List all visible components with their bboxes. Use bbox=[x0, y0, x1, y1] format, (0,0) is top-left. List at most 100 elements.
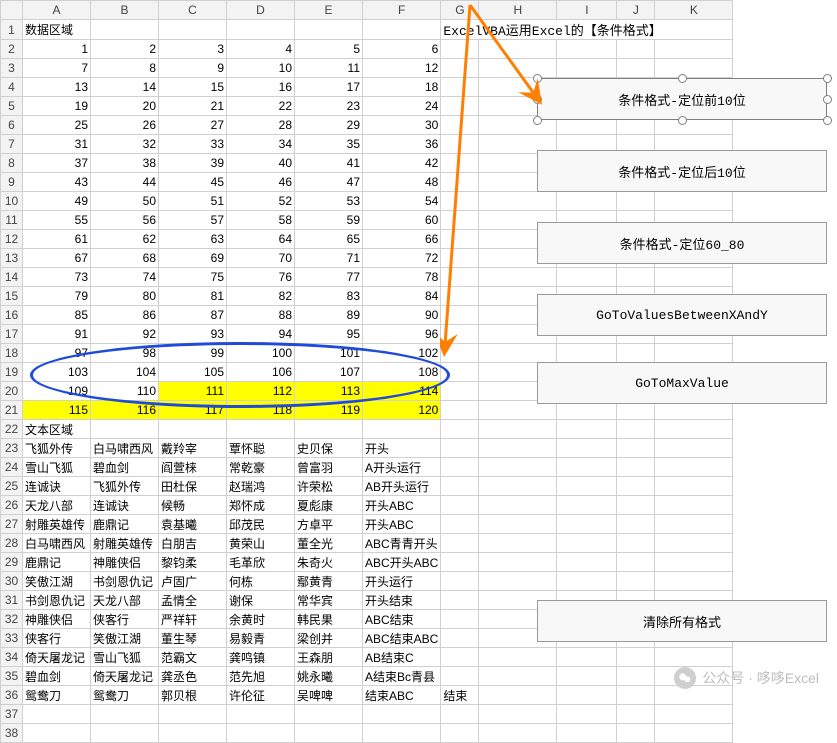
cell[interactable]: 常华宾 bbox=[295, 591, 363, 610]
cell[interactable] bbox=[441, 648, 479, 667]
cell[interactable] bbox=[557, 477, 617, 496]
cell[interactable]: 51 bbox=[159, 192, 227, 211]
cell[interactable]: 101 bbox=[295, 344, 363, 363]
cell[interactable] bbox=[655, 515, 733, 534]
cell[interactable] bbox=[557, 705, 617, 724]
cell[interactable]: 60 bbox=[363, 211, 441, 230]
selection-handle[interactable] bbox=[533, 74, 542, 83]
cell[interactable]: 笑傲江湖 bbox=[91, 629, 159, 648]
cell[interactable]: 82 bbox=[227, 287, 295, 306]
cell[interactable]: 白马啸西风 bbox=[91, 439, 159, 458]
cell[interactable] bbox=[295, 724, 363, 743]
cell[interactable] bbox=[557, 667, 617, 686]
cell[interactable]: 92 bbox=[91, 325, 159, 344]
row-header[interactable]: 30 bbox=[1, 572, 23, 591]
cell[interactable]: 龚鸣镇 bbox=[227, 648, 295, 667]
cell[interactable]: 65 bbox=[295, 230, 363, 249]
cell[interactable]: 袁基曦 bbox=[159, 515, 227, 534]
row-header[interactable]: 27 bbox=[1, 515, 23, 534]
cell[interactable]: 神雕侠侣 bbox=[23, 610, 91, 629]
cell[interactable]: 70 bbox=[227, 249, 295, 268]
cell[interactable]: 朱奇火 bbox=[295, 553, 363, 572]
cell[interactable]: 连诚诀 bbox=[91, 496, 159, 515]
cell[interactable] bbox=[479, 515, 557, 534]
cell[interactable] bbox=[227, 420, 295, 439]
cell[interactable]: 鸳鸯刀 bbox=[91, 686, 159, 705]
btn-bottom10[interactable]: 条件格式-定位后10位 bbox=[537, 150, 827, 192]
cell[interactable] bbox=[655, 40, 733, 59]
cell[interactable]: 111 bbox=[159, 382, 227, 401]
cell[interactable]: 105 bbox=[159, 363, 227, 382]
cell[interactable] bbox=[557, 420, 617, 439]
cell[interactable]: AB开头运行 bbox=[363, 477, 441, 496]
cell[interactable]: 吴啤啤 bbox=[295, 686, 363, 705]
cell[interactable] bbox=[441, 97, 479, 116]
cell[interactable]: 47 bbox=[295, 173, 363, 192]
cell[interactable] bbox=[479, 648, 557, 667]
cell[interactable]: 63 bbox=[159, 230, 227, 249]
cell[interactable] bbox=[441, 382, 479, 401]
cell[interactable]: 110 bbox=[91, 382, 159, 401]
cell[interactable] bbox=[479, 553, 557, 572]
row-header[interactable]: 9 bbox=[1, 173, 23, 192]
cell[interactable]: 115 bbox=[23, 401, 91, 420]
cell[interactable]: 天龙八部 bbox=[91, 591, 159, 610]
cell[interactable] bbox=[441, 724, 479, 743]
cell[interactable]: 26 bbox=[91, 116, 159, 135]
cell[interactable] bbox=[441, 553, 479, 572]
cell[interactable]: 射雕英雄传 bbox=[23, 515, 91, 534]
cell[interactable]: 113 bbox=[295, 382, 363, 401]
cell[interactable] bbox=[655, 534, 733, 553]
cell[interactable] bbox=[441, 610, 479, 629]
cell[interactable]: 白马啸西风 bbox=[23, 534, 91, 553]
cell[interactable] bbox=[441, 40, 479, 59]
cell[interactable]: 范先旭 bbox=[227, 667, 295, 686]
cell[interactable]: 19 bbox=[23, 97, 91, 116]
col-header[interactable]: D bbox=[227, 1, 295, 20]
cell[interactable]: 118 bbox=[227, 401, 295, 420]
cell[interactable]: 31 bbox=[23, 135, 91, 154]
cell[interactable]: 神雕侠侣 bbox=[91, 553, 159, 572]
btn-clear-all[interactable]: 清除所有格式 bbox=[537, 600, 827, 642]
cell[interactable] bbox=[441, 59, 479, 78]
col-header[interactable]: F bbox=[363, 1, 441, 20]
cell[interactable] bbox=[441, 306, 479, 325]
row-header[interactable]: 38 bbox=[1, 724, 23, 743]
cell[interactable]: 余黄时 bbox=[227, 610, 295, 629]
cell[interactable] bbox=[557, 59, 617, 78]
cell[interactable] bbox=[557, 458, 617, 477]
cell[interactable]: A开头运行 bbox=[363, 458, 441, 477]
cell[interactable] bbox=[441, 477, 479, 496]
cell[interactable]: 44 bbox=[91, 173, 159, 192]
cell[interactable]: 天龙八部 bbox=[23, 496, 91, 515]
col-header[interactable]: H bbox=[479, 1, 557, 20]
row-header[interactable]: 23 bbox=[1, 439, 23, 458]
cell[interactable] bbox=[479, 268, 557, 287]
cell[interactable]: 谢保 bbox=[227, 591, 295, 610]
cell[interactable] bbox=[617, 439, 655, 458]
cell[interactable]: 侠客行 bbox=[91, 610, 159, 629]
cell[interactable]: 王森朋 bbox=[295, 648, 363, 667]
cell[interactable]: 黎钧柔 bbox=[159, 553, 227, 572]
cell[interactable] bbox=[617, 268, 655, 287]
cell[interactable] bbox=[159, 20, 227, 40]
cell[interactable]: 孟情全 bbox=[159, 591, 227, 610]
row-header[interactable]: 21 bbox=[1, 401, 23, 420]
selection-handle[interactable] bbox=[678, 74, 687, 83]
row-header[interactable]: 8 bbox=[1, 154, 23, 173]
selection-handle[interactable] bbox=[823, 74, 832, 83]
cell[interactable] bbox=[479, 686, 557, 705]
row-header[interactable]: 25 bbox=[1, 477, 23, 496]
cell[interactable]: 43 bbox=[23, 173, 91, 192]
cell[interactable]: 14 bbox=[91, 78, 159, 97]
row-header[interactable]: 28 bbox=[1, 534, 23, 553]
cell[interactable]: 99 bbox=[159, 344, 227, 363]
cell[interactable]: 董生琴 bbox=[159, 629, 227, 648]
cell[interactable]: 81 bbox=[159, 287, 227, 306]
cell[interactable]: 文本区域 bbox=[23, 420, 91, 439]
cell[interactable]: 结束 bbox=[441, 686, 479, 705]
cell[interactable] bbox=[23, 705, 91, 724]
cell[interactable] bbox=[479, 344, 557, 363]
row-header[interactable]: 22 bbox=[1, 420, 23, 439]
cell[interactable]: 33 bbox=[159, 135, 227, 154]
